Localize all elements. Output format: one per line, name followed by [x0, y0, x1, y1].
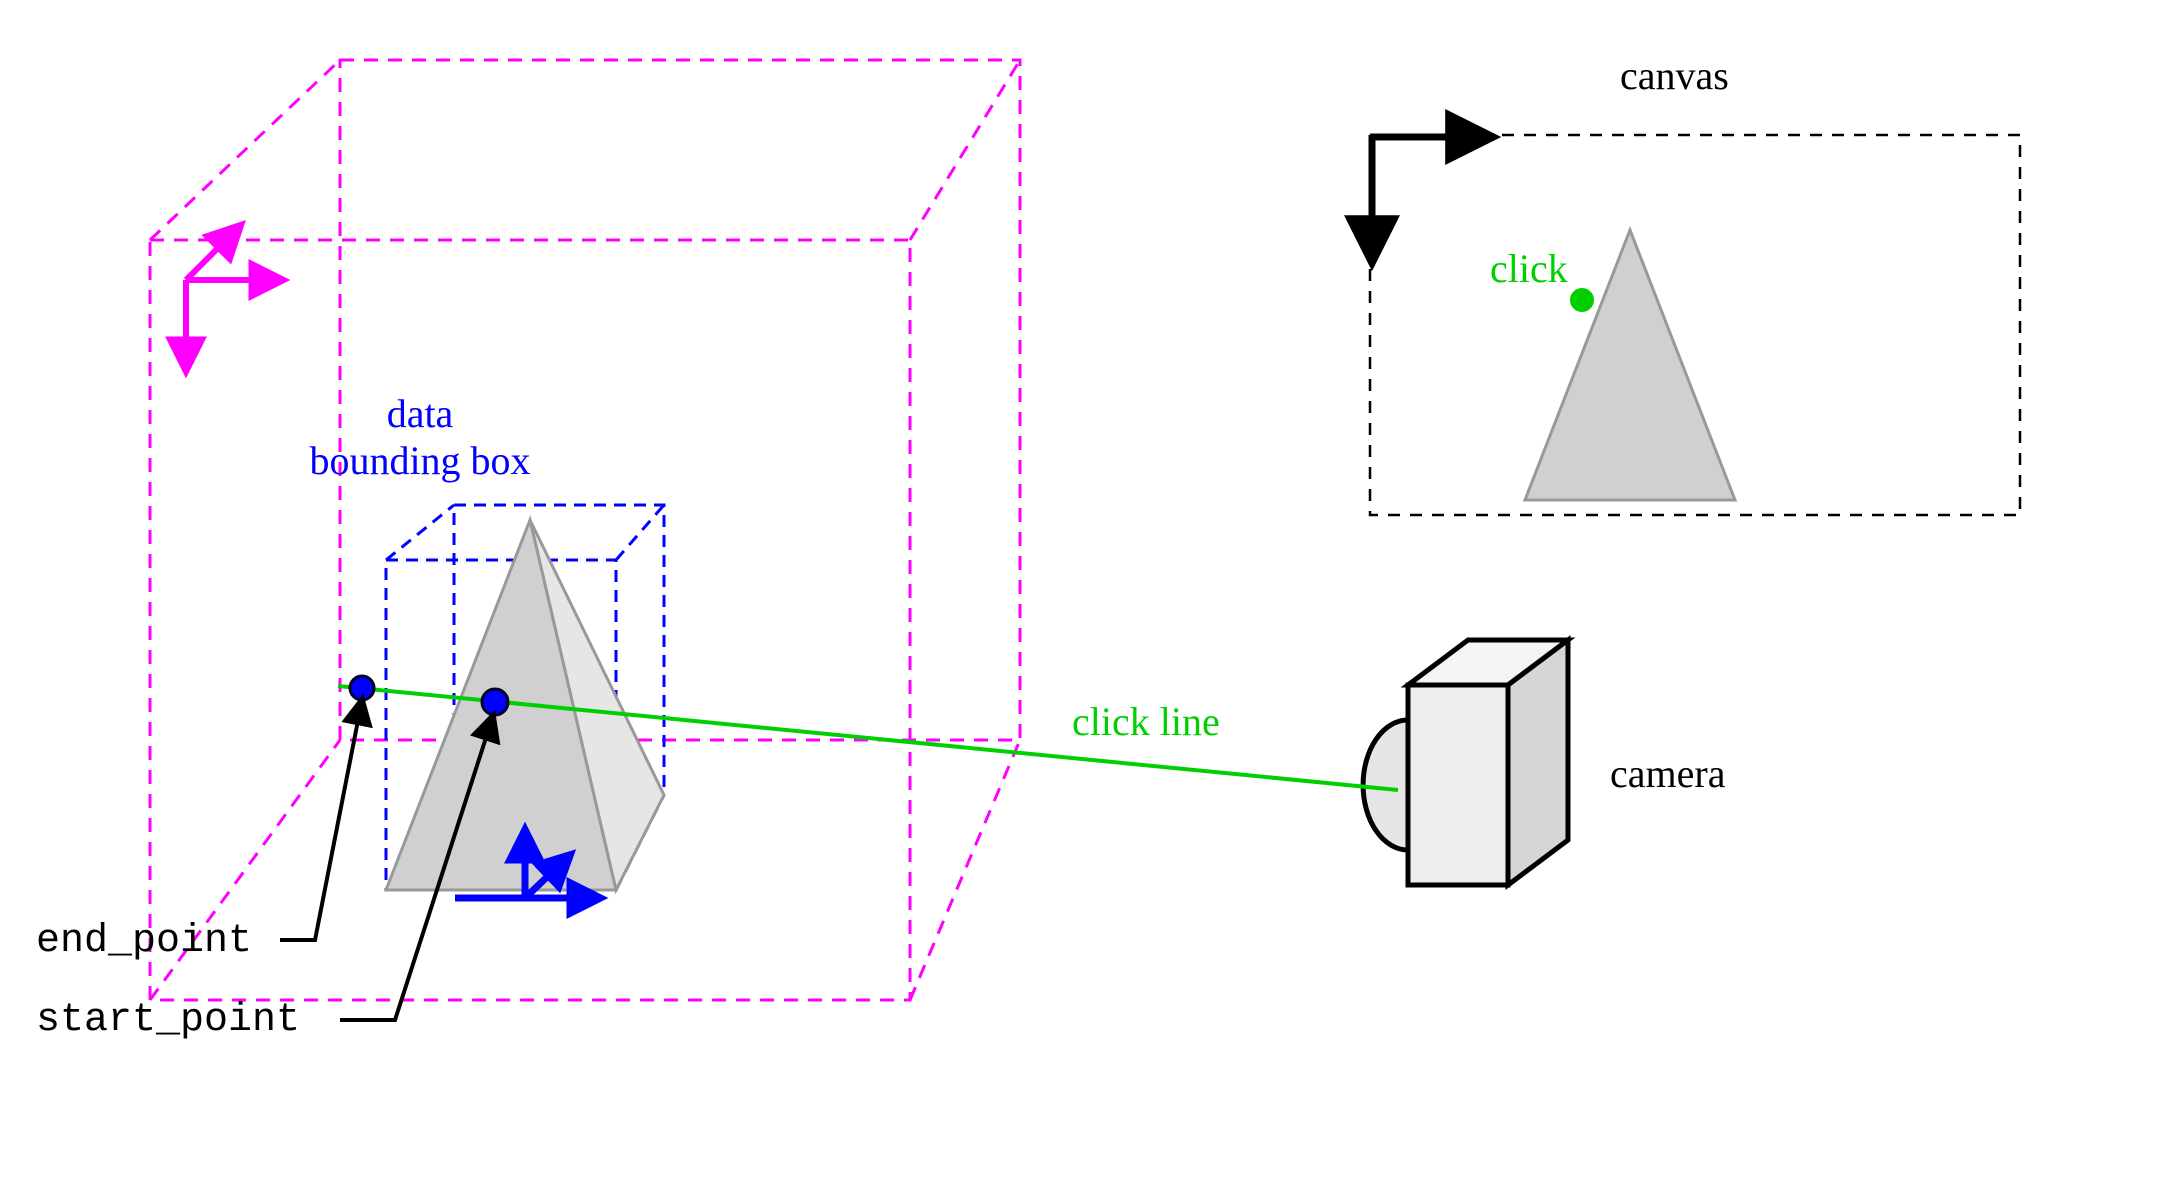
- corner-axes: [186, 226, 282, 370]
- camera-label: camera: [1610, 750, 1725, 797]
- start-point-dot: [482, 689, 508, 715]
- canvas-label: canvas: [1620, 52, 1729, 99]
- camera-icon: [1363, 640, 1568, 885]
- diagram-svg: [0, 0, 2174, 1201]
- click-label: click: [1490, 245, 1568, 292]
- click-line-label: click line: [1072, 698, 1220, 745]
- end-point-label: end_point: [36, 919, 252, 964]
- canvas-inset: [1370, 135, 2020, 515]
- bounding-box-label: data bounding box: [290, 390, 550, 484]
- canvas-click-dot: [1570, 288, 1594, 312]
- start-point-label: start_point: [36, 998, 300, 1043]
- end-point-dot: [350, 676, 374, 700]
